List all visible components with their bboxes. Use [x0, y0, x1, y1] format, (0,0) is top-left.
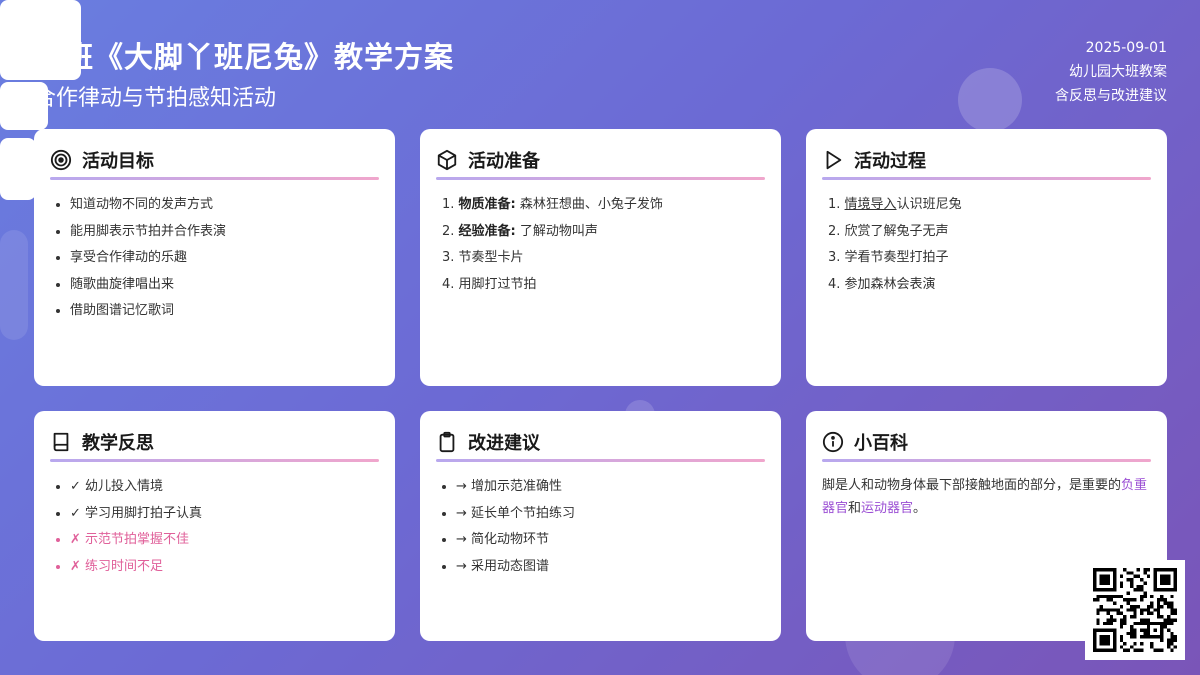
extra-info-label: 含反思与改进建议 — [1055, 88, 1167, 104]
list-item: 3. 学看节奏型打拍子 — [828, 250, 949, 265]
title-underline — [436, 459, 765, 462]
goals-list: 知道动物不同的发声方式 能用脚表示节拍并合作表演 享受合作律动的乐趣 随歌曲旋律… — [50, 192, 379, 325]
clipboard-icon — [436, 431, 458, 453]
list-item: 借助图谱记忆歌词 — [70, 298, 379, 325]
list-item: 知道动物不同的发声方式 — [70, 192, 379, 219]
list-item: 2. 欣赏了解兔子无声 — [828, 223, 949, 239]
list-item: 能用脚表示节拍并合作表演 — [70, 219, 379, 246]
card-reflection: 教学反思 ✓ 幼儿投入情境 ✓ 学习用脚打拍子认真 ✗ 示范节拍掌握不佳 ✗ 练… — [34, 411, 395, 641]
title-underline — [436, 177, 765, 180]
improve-list: → 增加示范准确性 → 延长单个节拍练习 → 简化动物环节 → 采用动态图谱 — [436, 474, 765, 580]
date-label: 2025-09-01 — [1085, 40, 1167, 56]
prep-list: 1. 物质准备: 森林狂想曲、小兔子发饰 2. 经验准备: 了解动物叫声 3. … — [436, 192, 765, 298]
card-title: 活动目标 — [82, 151, 154, 172]
list-item: 随歌曲旋律唱出来 — [70, 272, 379, 299]
card-title: 改进建议 — [468, 433, 540, 454]
list-item-negative: ✗ 示范节拍掌握不佳 — [70, 527, 379, 554]
target-icon — [50, 149, 72, 171]
decor-shape — [0, 230, 28, 340]
overlay-block — [0, 138, 36, 200]
title-underline — [822, 459, 1151, 462]
play-icon — [822, 149, 844, 171]
page-title: 大班《大脚丫班尼兔》教学方案 — [34, 40, 455, 74]
list-item-negative: ✗ 练习时间不足 — [70, 554, 379, 581]
cube-icon — [436, 149, 458, 171]
card-title: 小百科 — [854, 433, 908, 454]
list-item: → 增加示范准确性 — [456, 474, 765, 501]
qr-code-graphic — [1093, 568, 1177, 652]
title-underline — [50, 459, 379, 462]
list-item: 4. 用脚打过节拍 — [442, 276, 537, 292]
list-item: 1. 物质准备: 森林狂想曲、小兔子发饰 — [442, 197, 663, 212]
list-item: 3. 节奏型卡片 — [442, 250, 524, 265]
card-process: 活动过程 1. 情境导入认识班尼兔 2. 欣赏了解兔子无声 3. 学看节奏型打拍… — [806, 129, 1167, 386]
card-title: 活动过程 — [854, 151, 926, 172]
list-item: 享受合作律动的乐趣 — [70, 245, 379, 272]
title-underline — [822, 177, 1151, 180]
card-goals: 活动目标 知道动物不同的发声方式 能用脚表示节拍并合作表演 享受合作律动的乐趣 … — [34, 129, 395, 386]
list-item: → 简化动物环节 — [456, 527, 765, 554]
list-item: 4. 参加森林会表演 — [828, 276, 936, 292]
list-item: → 延长单个节拍练习 — [456, 501, 765, 528]
step-link[interactable]: 情境导入 — [845, 197, 897, 212]
list-item: → 采用动态图谱 — [456, 554, 765, 581]
list-item-positive: ✓ 学习用脚打拍子认真 — [70, 501, 379, 528]
wiki-text: 脚是人和动物身体最下部接触地面的部分，是重要的负重器官和运动器官。 — [822, 478, 1148, 516]
highlight-term: 运动器官 — [861, 501, 914, 516]
card-improve: 改进建议 → 增加示范准确性 → 延长单个节拍练习 → 简化动物环节 → 采用动… — [420, 411, 781, 641]
list-item: 1. 情境导入认识班尼兔 — [828, 197, 962, 212]
card-title: 活动准备 — [468, 151, 540, 172]
list-item-positive: ✓ 幼儿投入情境 — [70, 474, 379, 501]
qr-code[interactable] — [1085, 560, 1185, 660]
reflection-list: ✓ 幼儿投入情境 ✓ 学习用脚打拍子认真 ✗ 示范节拍掌握不佳 ✗ 练习时间不足 — [50, 474, 379, 580]
card-prep: 活动准备 1. 物质准备: 森林狂想曲、小兔子发饰 2. 经验准备: 了解动物叫… — [420, 129, 781, 386]
book-icon — [50, 431, 72, 453]
info-icon — [822, 431, 844, 453]
title-underline — [50, 177, 379, 180]
header-meta: 2025-09-01 幼儿园大班教案 含反思与改进建议 — [1055, 36, 1167, 108]
class-info-label: 幼儿园大班教案 — [1069, 64, 1167, 80]
decor-circle — [958, 68, 1022, 132]
card-title: 教学反思 — [82, 433, 154, 454]
list-item: 2. 经验准备: 了解动物叫声 — [442, 223, 598, 239]
page-subtitle: 合作律动与节拍感知活动 — [34, 86, 277, 111]
process-list: 1. 情境导入认识班尼兔 2. 欣赏了解兔子无声 3. 学看节奏型打拍子 4. … — [822, 192, 1151, 298]
